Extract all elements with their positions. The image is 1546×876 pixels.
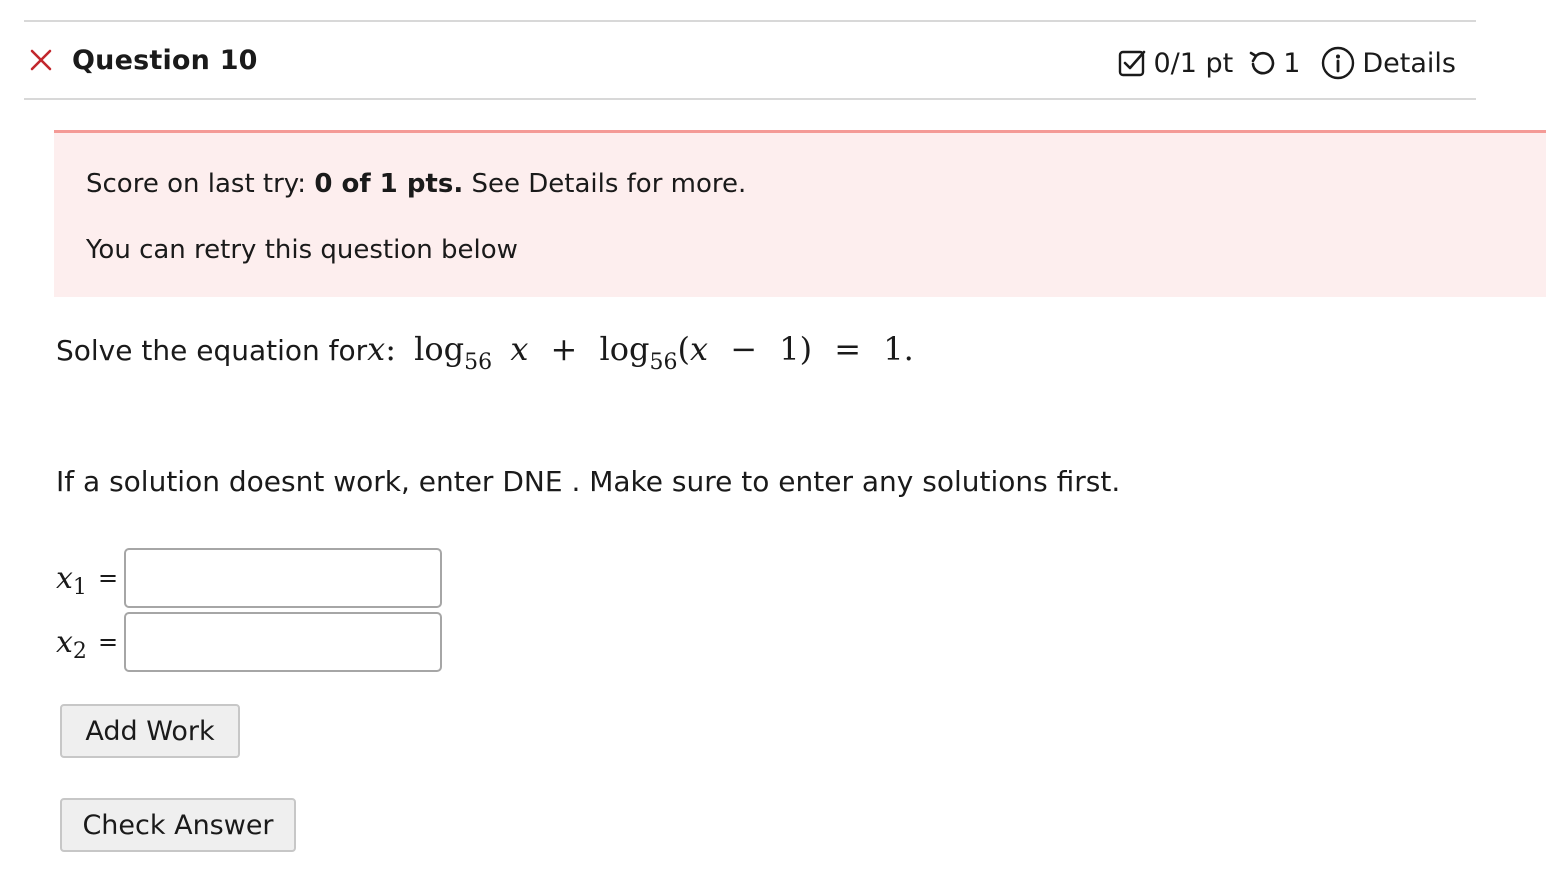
answer-2-var: x: [56, 624, 73, 660]
log-2-arg-const: 1: [779, 330, 800, 368]
question-header: Question 10 0/1 pt 1 Details: [24, 22, 1476, 98]
equation: x: log56 x + log56(x − 1) = 1.: [367, 330, 914, 375]
close-icon: [26, 45, 56, 75]
question-meta: 0/1 pt 1 Details: [1117, 45, 1456, 81]
log-2-arg-var: x: [690, 330, 709, 368]
retry-message: You can retry this question below: [86, 235, 518, 265]
answer-2-label: x2: [56, 624, 94, 664]
answer-2-input[interactable]: [124, 612, 442, 672]
prompt-text: Solve the equation for: [56, 334, 368, 367]
rhs-value: 1.: [883, 330, 914, 368]
answer-row-1: x1 =: [56, 548, 442, 608]
log-2-base: 56: [649, 350, 678, 375]
details-label: Details: [1362, 47, 1456, 79]
score-value: 0 of 1 pts.: [314, 169, 464, 199]
math-variable: x: [367, 330, 386, 368]
retry-indicator: 1: [1233, 48, 1300, 79]
log-1-arg: x: [510, 330, 529, 368]
answer-row-2: x2 =: [56, 612, 442, 672]
right-paren: ): [799, 330, 813, 368]
equals-sign: =: [834, 330, 862, 368]
question-header-left: Question 10: [24, 45, 258, 76]
plus-sign: +: [550, 330, 578, 368]
minus-sign: −: [730, 330, 758, 368]
answer-1-label: x1: [56, 560, 94, 600]
answer-1-var: x: [56, 560, 73, 596]
answer-instructions: If a solution doesnt work, enter DNE . M…: [56, 465, 1121, 498]
log-1: log: [414, 330, 465, 368]
log-1-base: 56: [464, 350, 493, 375]
question-prompt: Solve the equation for x: log56 x + log5…: [56, 330, 914, 375]
add-work-button[interactable]: Add Work: [60, 704, 240, 758]
answer-1-equals: =: [98, 564, 119, 592]
last-try-score: Score on last try: 0 of 1 pts. See Detai…: [86, 169, 746, 199]
log-2: log: [599, 330, 650, 368]
score-text: 0/1 pt: [1153, 47, 1234, 79]
question-title: Question 10: [72, 44, 258, 76]
check-answer-button[interactable]: Check Answer: [60, 798, 296, 852]
score-prefix: Score on last try:: [86, 169, 315, 199]
answer-1-input[interactable]: [124, 548, 442, 608]
question-page: Question 10 0/1 pt 1 Details Score on la…: [0, 0, 1546, 876]
last-try-alert: Score on last try: 0 of 1 pts. See Detai…: [54, 130, 1546, 297]
retry-count: 1: [1283, 47, 1301, 79]
details-button[interactable]: Details: [1300, 45, 1456, 81]
header-bottom-divider: [24, 98, 1476, 100]
answer-2-sub: 2: [72, 638, 87, 664]
answer-2-equals: =: [98, 628, 119, 656]
left-paren: (: [677, 330, 690, 368]
info-icon: [1320, 45, 1356, 81]
retry-icon: [1247, 48, 1277, 78]
score-check-icon: [1117, 48, 1147, 78]
math-colon: :: [385, 330, 396, 368]
score-indicator: 0/1 pt: [1117, 48, 1233, 79]
score-suffix: See Details for more.: [463, 169, 747, 199]
answer-1-sub: 1: [72, 574, 87, 600]
